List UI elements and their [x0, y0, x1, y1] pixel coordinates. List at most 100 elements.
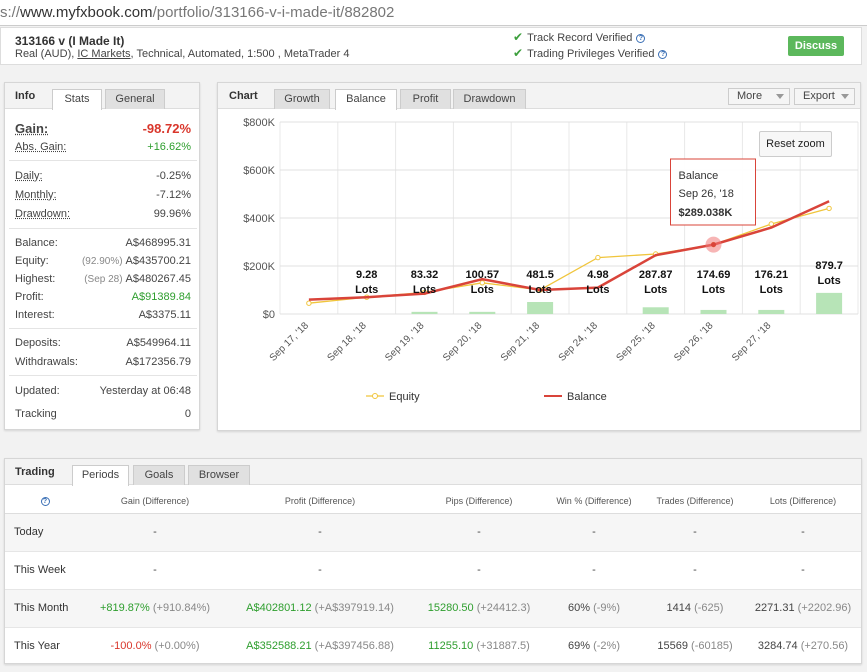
- x-tick-label: Sep 19, '18: [383, 320, 427, 364]
- tab-goals[interactable]: Goals: [133, 465, 185, 485]
- tab-growth[interactable]: Growth: [274, 89, 330, 109]
- cell-difference: (-60185): [691, 640, 733, 652]
- lots-unit-label: Lots: [471, 284, 494, 296]
- more-dropdown[interactable]: More: [728, 88, 790, 105]
- cell-value: 2271.31: [754, 602, 795, 614]
- lots-unit-label: Lots: [760, 284, 783, 296]
- help-icon[interactable]: ?: [636, 33, 646, 43]
- lots-value-label: 176.21: [754, 269, 788, 281]
- table-cell: 3284.74 (+270.56): [745, 627, 861, 666]
- equity-value: A$435700.21: [125, 255, 191, 267]
- table-cell: A$402801.12 (+A$397919.14): [225, 589, 415, 628]
- table-cell: -: [225, 513, 415, 552]
- broker-link[interactable]: IC Markets: [77, 48, 130, 60]
- info-panel-header: Info Stats General: [5, 83, 199, 110]
- equity-label: Equity:: [15, 255, 49, 267]
- lots-unit-label: Lots: [702, 284, 725, 296]
- tab-periods[interactable]: Periods: [72, 465, 129, 486]
- lots-unit-label: Lots: [586, 284, 609, 296]
- trading-panel-header: Trading Periods Goals Browser: [5, 459, 861, 486]
- chart-panel: Chart Growth Balance Profit Drawdown Mor…: [217, 82, 861, 431]
- equity-point: [595, 254, 601, 261]
- updated-label: Updated:: [15, 385, 60, 397]
- account-title: 313166 v (I Made It): [15, 34, 125, 48]
- tab-browser[interactable]: Browser: [188, 465, 250, 485]
- highest-value: A$480267.45: [125, 273, 191, 285]
- trading-panel: Trading Periods Goals Browser ? Gain (Di…: [4, 458, 862, 666]
- balance-chart[interactable]: $0 $200K $400K $600K $800K Sep 17, '18 Sep 18,…: [218, 109, 860, 431]
- cell-value: -: [801, 564, 805, 576]
- column-header[interactable]: Gain (Difference): [85, 489, 225, 514]
- discuss-button[interactable]: Discuss: [788, 36, 844, 56]
- profit-label: Profit:: [15, 291, 44, 303]
- equity-point: [826, 205, 832, 212]
- column-header[interactable]: Profit (Difference): [225, 489, 415, 514]
- legend-balance-label: Balance: [567, 391, 607, 403]
- legend-equity-label: Equity: [389, 391, 420, 403]
- column-header[interactable]: Lots (Difference): [745, 489, 861, 514]
- check-icon: ✔: [513, 30, 524, 44]
- tab-drawdown[interactable]: Drawdown: [453, 89, 526, 109]
- column-header[interactable]: Pips (Difference): [415, 489, 543, 514]
- reset-zoom-button[interactable]: Reset zoom: [759, 131, 832, 157]
- table-cell: 60% (-9%): [543, 589, 645, 628]
- abs-gain-value: +16.62%: [147, 141, 191, 153]
- lots-bar: [527, 302, 554, 314]
- cell-value: -: [318, 564, 322, 576]
- table-cell: -: [745, 551, 861, 590]
- column-header[interactable]: Win % (Difference): [543, 489, 645, 514]
- table-header-row: ? Gain (Difference) Profit (Difference) …: [5, 489, 861, 514]
- divider: [9, 228, 197, 229]
- table-row: This Year -100.0% (+0.00%) A$352588.21 (+A…: [5, 627, 861, 666]
- balance-label: Balance:: [15, 237, 58, 249]
- cell-difference: (+24412.3): [476, 602, 531, 614]
- panel-title: Info: [15, 90, 36, 102]
- legend-equity-marker: [372, 393, 378, 399]
- tracking-label: Tracking: [15, 408, 57, 420]
- cell-value: 11255.10: [428, 640, 474, 652]
- table-cell: -100.0% (+0.00%): [85, 627, 225, 666]
- cell-difference: (+0.00%): [154, 640, 200, 652]
- cell-value: 15280.50: [427, 602, 474, 614]
- table-cell: -: [645, 513, 745, 552]
- track-record-verified: ✔ Track Record Verified?: [513, 30, 646, 44]
- lots-bar: [700, 309, 727, 314]
- interest-value: A$3375.11: [138, 309, 191, 321]
- table-cell: -: [225, 551, 415, 590]
- cell-difference: (+910.84%): [152, 602, 211, 614]
- verif-label: Track Record Verified: [527, 32, 633, 44]
- tab-balance[interactable]: Balance: [335, 89, 397, 110]
- help-icon[interactable]: ?: [40, 496, 50, 506]
- tab-stats[interactable]: Stats: [52, 89, 102, 110]
- lots-value-label: 9.28: [356, 269, 377, 281]
- x-tick-label: Sep 24, '18: [557, 320, 601, 364]
- address-bar[interactable]: s://www.myfxbook.com/portfolio/313166-v-…: [0, 0, 867, 26]
- column-header[interactable]: Trades (Difference): [645, 489, 745, 514]
- lots-value-label: 481.5: [526, 269, 554, 281]
- lots-bar: [642, 307, 669, 314]
- account-details: , Technical, Automated, 1:500 , MetaTrad…: [130, 48, 350, 60]
- cell-value: -: [477, 526, 481, 538]
- divider: [9, 375, 197, 376]
- lots-value-label: 4.98: [587, 269, 608, 281]
- updated-value: Yesterday at 06:48: [99, 385, 191, 397]
- table-row: This Month +819.87% (+910.84%) A$402801.12…: [5, 589, 861, 628]
- table-cell: 69% (-2%): [543, 627, 645, 666]
- help-icon[interactable]: ?: [658, 49, 668, 59]
- lots-unit-label: Lots: [528, 284, 551, 296]
- tab-profit[interactable]: Profit: [400, 89, 451, 109]
- hover-point: [711, 242, 716, 248]
- export-dropdown[interactable]: Export: [794, 88, 855, 105]
- cell-value: -: [153, 564, 157, 576]
- deposits-value: A$549964.11: [126, 337, 191, 349]
- tab-general[interactable]: General: [105, 89, 165, 109]
- trading-privileges-verified: ✔ Trading Privileges Verified?: [513, 46, 668, 60]
- lots-bar: [758, 309, 785, 314]
- gain-value: -98.72%: [142, 121, 191, 136]
- lots-bar: [411, 311, 438, 314]
- abs-gain-label: Abs. Gain:: [15, 141, 67, 153]
- lots-value-label: 100.57: [465, 269, 499, 281]
- cell-value: 1414: [666, 602, 692, 614]
- cell-value: -: [318, 526, 322, 538]
- more-label: More: [737, 90, 763, 102]
